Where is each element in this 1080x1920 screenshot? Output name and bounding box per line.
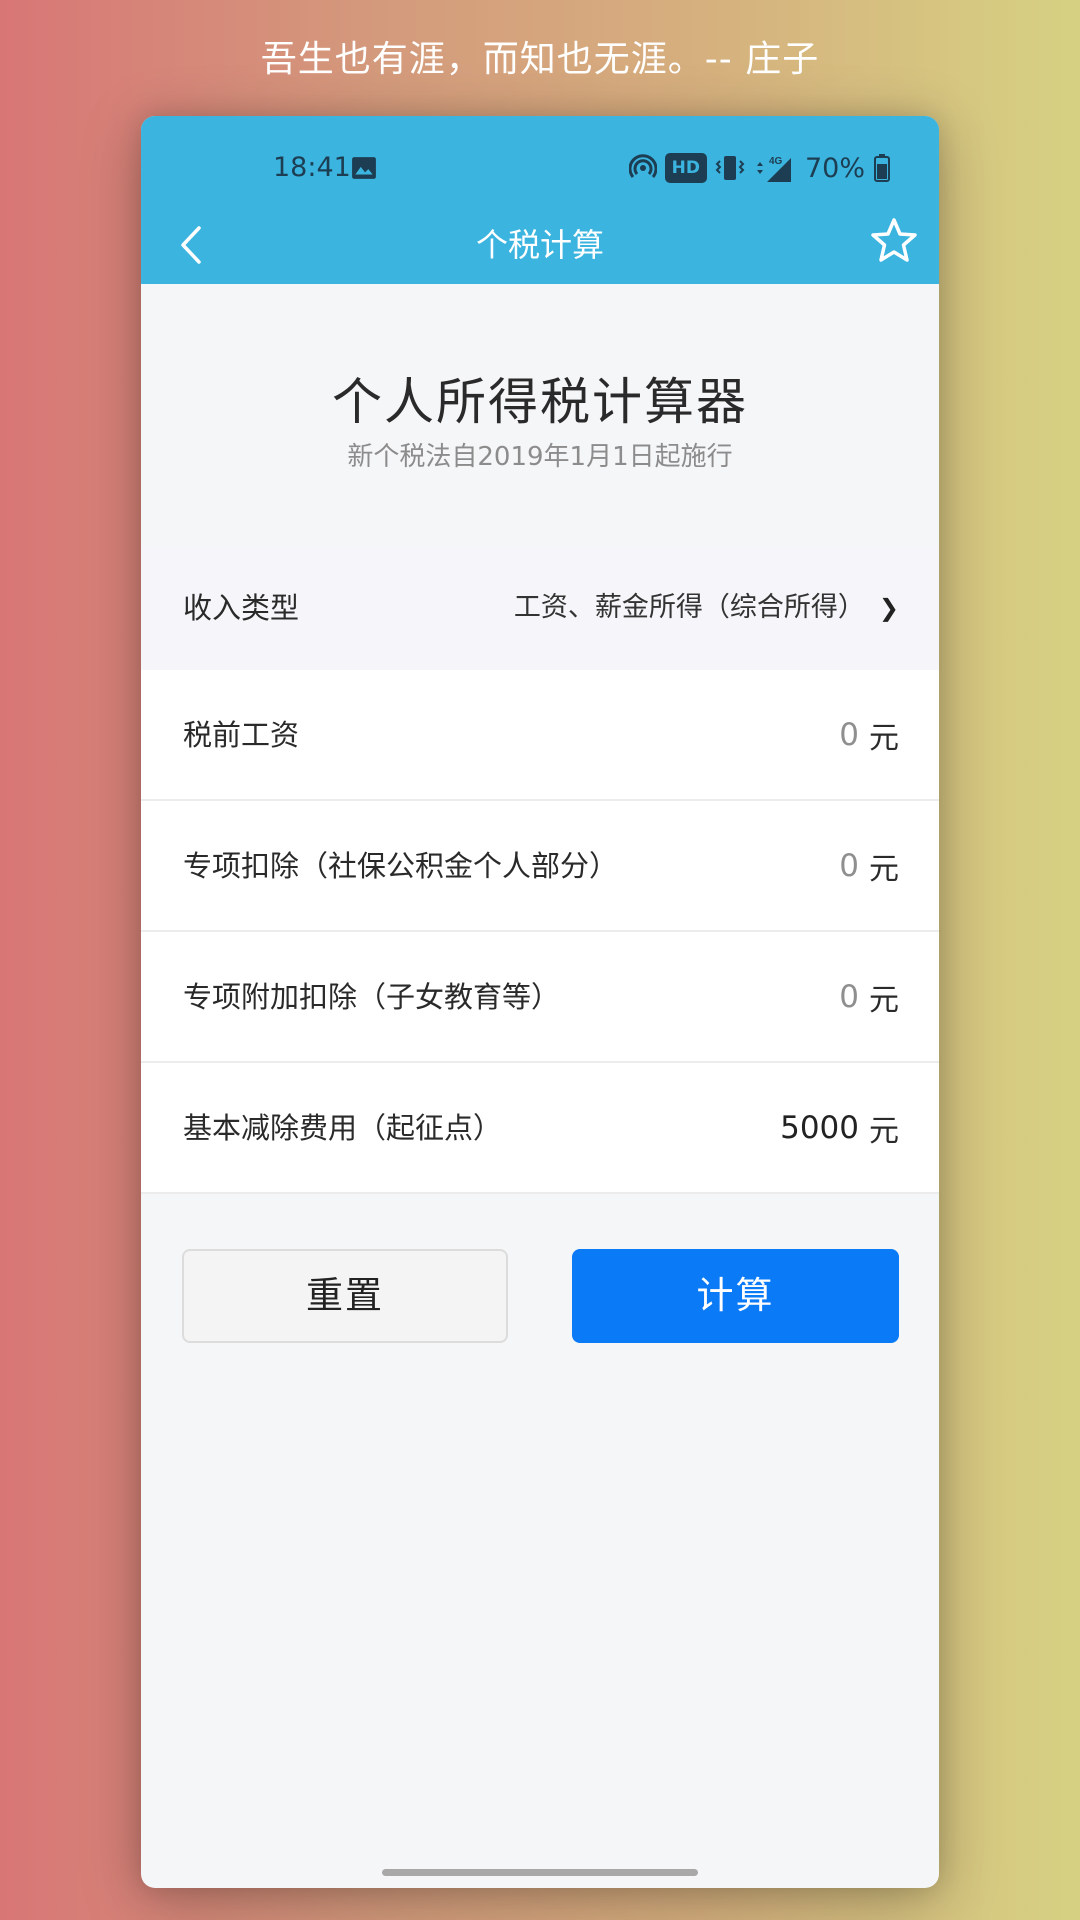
reset-button[interactable]: 重置	[182, 1249, 508, 1343]
income-type-label: 收入类型	[183, 591, 300, 625]
field-value-group[interactable]: 0 元	[839, 932, 899, 1062]
star-icon[interactable]	[869, 216, 919, 266]
field-label: 基本减除费用（起征点）	[183, 1111, 503, 1145]
calculate-button[interactable]: 计算	[572, 1249, 899, 1343]
field-label: 专项附加扣除（子女教育等）	[183, 980, 561, 1014]
field-unit: 元	[869, 983, 899, 1018]
field-row-basic-deduction[interactable]: 基本减除费用（起征点） 5000 元	[141, 1063, 939, 1194]
nav-title: 个税计算	[475, 226, 604, 264]
field-unit: 元	[869, 721, 899, 756]
chevron-right-icon: ❯	[878, 594, 899, 622]
field-value-group[interactable]: 5000 元	[780, 1063, 899, 1193]
home-indicator[interactable]	[382, 1869, 698, 1876]
battery-percent: 70%	[804, 152, 865, 184]
income-type-value-group[interactable]: 工资、薪金所得（综合所得） ❯	[514, 546, 899, 670]
additional-deduction-input[interactable]: 0	[839, 979, 859, 1015]
network-type-label: 4G	[769, 156, 783, 167]
field-row-pretax-salary[interactable]: 税前工资 0 元	[141, 670, 939, 801]
field-label: 专项扣除（社保公积金个人部分）	[183, 849, 619, 883]
field-row-additional-deduction[interactable]: 专项附加扣除（子女教育等） 0 元	[141, 932, 939, 1063]
phone-screen: 18:41 HD 4G 70% 个税计算 个人所得税计算器 新个税法自2019年…	[141, 116, 939, 1888]
status-time: 18:41	[273, 152, 351, 183]
field-label: 税前工资	[183, 718, 300, 752]
income-type-value: 工资、薪金所得（综合所得）	[513, 592, 865, 623]
hd-badge: HD	[664, 153, 707, 183]
field-row-special-deduction[interactable]: 专项扣除（社保公积金个人部分） 0 元	[141, 801, 939, 932]
status-icons: HD 4G 70%	[628, 150, 891, 186]
quote-text: 吾生也有涯，而知也无涯。-- 庄子	[260, 39, 820, 80]
hotspot-icon	[628, 154, 657, 178]
vibrate-icon	[715, 156, 745, 180]
image-notification-icon	[352, 157, 376, 179]
special-deduction-input[interactable]: 0	[839, 848, 859, 884]
signal-4g-icon: 4G	[756, 156, 791, 182]
field-value-group[interactable]: 0 元	[839, 670, 899, 800]
battery-icon	[874, 154, 890, 182]
page-title: 个人所得税计算器	[332, 373, 748, 431]
income-type-selector[interactable]: 收入类型 工资、薪金所得（综合所得） ❯	[141, 546, 939, 670]
page-subtitle: 新个税法自2019年1月1日起施行	[347, 442, 733, 472]
status-bar: 18:41 HD 4G 70%	[141, 148, 939, 198]
basic-deduction-input[interactable]: 5000	[780, 1110, 859, 1146]
app-header: 18:41 HD 4G 70% 个税计算	[141, 116, 939, 284]
calculator-header: 个人所得税计算器 新个税法自2019年1月1日起施行	[141, 284, 939, 546]
field-unit: 元	[869, 1114, 899, 1149]
field-value-group[interactable]: 0 元	[839, 801, 899, 931]
nav-bar: 个税计算	[141, 206, 939, 284]
field-unit: 元	[869, 852, 899, 887]
pretax-salary-input[interactable]: 0	[839, 717, 859, 753]
